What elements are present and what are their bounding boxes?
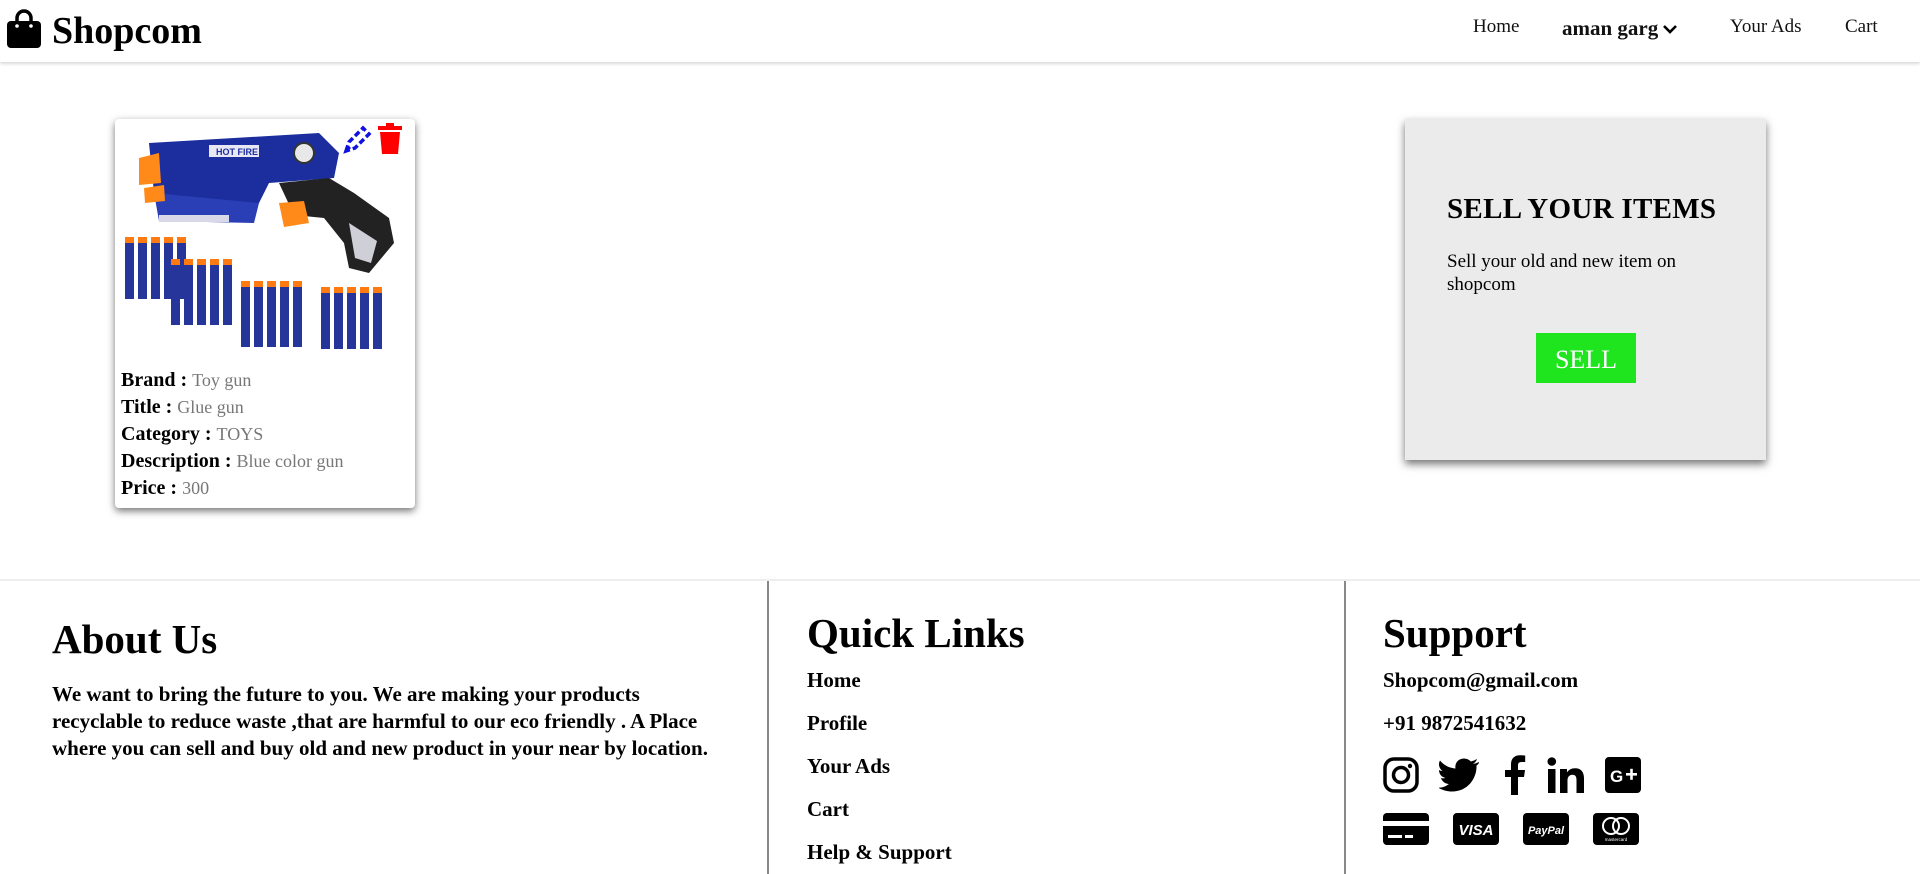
field-label: Brand : bbox=[121, 369, 188, 391]
pencil-icon[interactable] bbox=[341, 124, 373, 161]
footer-link-cart[interactable]: Cart bbox=[807, 797, 952, 840]
svg-text:G: G bbox=[1610, 767, 1623, 786]
twitter-icon[interactable] bbox=[1439, 757, 1481, 793]
footer-divider bbox=[1344, 581, 1346, 874]
field-value: 300 bbox=[182, 478, 210, 498]
field-label: Title : bbox=[121, 396, 173, 418]
about-us-heading: About Us bbox=[52, 616, 218, 662]
trash-icon[interactable] bbox=[377, 123, 403, 160]
footer-link-profile[interactable]: Profile bbox=[807, 711, 952, 754]
user-name: aman garg bbox=[1562, 16, 1659, 40]
product-card[interactable]: HOT FIRE Brand: Toy gun Title: Glue gu… bbox=[115, 119, 415, 508]
paypal-label: PayPal bbox=[1528, 825, 1565, 837]
svg-text:HOT FIRE: HOT FIRE bbox=[216, 147, 258, 157]
footer-divider bbox=[767, 581, 769, 874]
chevron-down-icon bbox=[1662, 16, 1678, 41]
visa-label: VISA bbox=[1458, 822, 1493, 839]
sell-button[interactable]: SELL bbox=[1536, 333, 1636, 383]
footer-link-your-ads[interactable]: Your Ads bbox=[807, 754, 952, 797]
shopping-bag-icon bbox=[6, 8, 42, 54]
support-phone[interactable]: +91 9872541632 bbox=[1383, 711, 1526, 736]
navbar: Shopcom Home aman garg Your Ads Cart bbox=[0, 0, 1920, 62]
field-label: Price : bbox=[121, 477, 178, 499]
brand-logo[interactable]: Shopcom bbox=[6, 8, 202, 54]
product-price-row: Price : 300 bbox=[121, 475, 411, 502]
support-heading: Support bbox=[1383, 610, 1527, 656]
product-description-row: Description : Blue color gun bbox=[121, 448, 411, 475]
about-us-text: We want to bring the future to you. We a… bbox=[52, 682, 708, 760]
instagram-icon[interactable] bbox=[1383, 757, 1419, 793]
nav-cart-link[interactable]: Cart bbox=[1845, 16, 1878, 38]
google-plus-icon[interactable]: G bbox=[1605, 757, 1641, 793]
field-label: Description : bbox=[121, 450, 232, 472]
product-details: Brand : Toy gun Title : Glue gun Categor… bbox=[121, 367, 411, 502]
field-value: Glue gun bbox=[177, 397, 244, 417]
footer-link-home[interactable]: Home bbox=[807, 668, 952, 711]
field-value: Toy gun bbox=[192, 370, 252, 390]
quick-links-list: Home Profile Your Ads Cart Help & Suppor… bbox=[807, 668, 952, 874]
footer: About Us We want to bring the future to … bbox=[0, 579, 1920, 874]
field-label: Category : bbox=[121, 423, 212, 445]
payment-icons: VISA PayPal mastercard bbox=[1383, 811, 1663, 847]
sell-title: SELL YOUR ITEMS bbox=[1447, 193, 1717, 225]
brand-name: Shopcom bbox=[52, 10, 202, 52]
linkedin-icon[interactable] bbox=[1547, 757, 1585, 793]
nav-your-ads-link[interactable]: Your Ads bbox=[1730, 16, 1801, 38]
social-icons: G bbox=[1383, 755, 1661, 795]
sell-description: Sell your old and new item on shopcom bbox=[1447, 251, 1677, 295]
product-title-row: Title : Glue gun bbox=[121, 394, 411, 421]
paypal-icon: PayPal bbox=[1523, 811, 1569, 847]
facebook-icon[interactable] bbox=[1501, 755, 1527, 795]
sell-panel: SELL YOUR ITEMS Sell your old and new it… bbox=[1405, 119, 1766, 460]
quick-links-heading: Quick Links bbox=[807, 610, 1025, 656]
user-menu-dropdown[interactable]: aman garg bbox=[1562, 16, 1678, 41]
nav-home-link[interactable]: Home bbox=[1473, 16, 1519, 38]
mastercard-label: mastercard bbox=[1605, 837, 1628, 842]
credit-card-icon bbox=[1383, 811, 1429, 847]
mastercard-icon: mastercard bbox=[1593, 811, 1639, 847]
footer-link-help-support[interactable]: Help & Support bbox=[807, 840, 952, 874]
support-email[interactable]: Shopcom@gmail.com bbox=[1383, 668, 1578, 693]
field-value: TOYS bbox=[216, 424, 264, 444]
product-brand-row: Brand : Toy gun bbox=[121, 367, 411, 394]
field-value: Blue color gun bbox=[236, 451, 344, 471]
product-category-row: Category : TOYS bbox=[121, 421, 411, 448]
visa-icon: VISA bbox=[1453, 811, 1499, 847]
